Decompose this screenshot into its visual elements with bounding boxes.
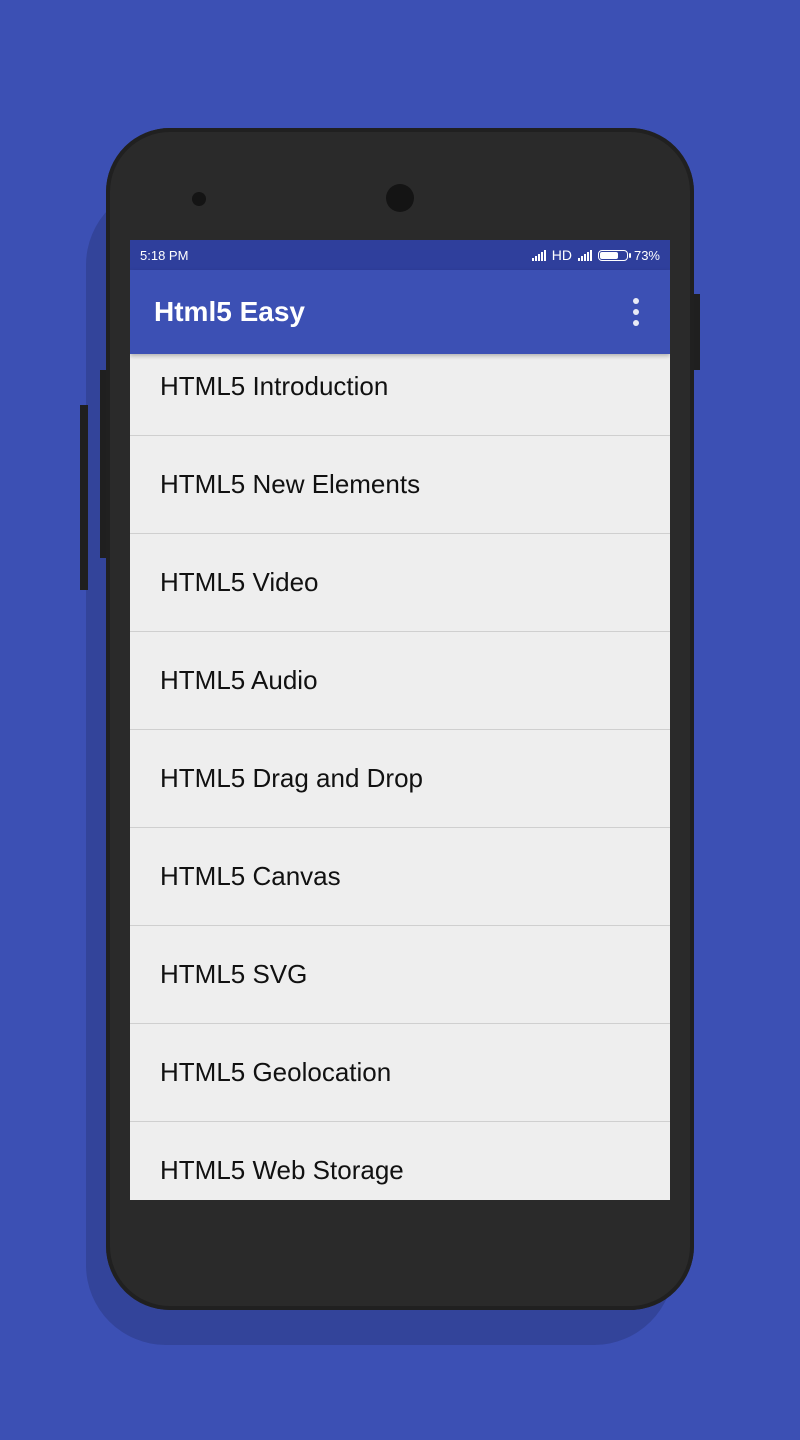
list-item-label: HTML5 Audio (160, 665, 318, 695)
app-title: Html5 Easy (154, 296, 305, 327)
list-item-label: HTML5 Video (160, 567, 319, 597)
volume-button-shadow (80, 405, 88, 590)
list-item[interactable]: HTML5 Geolocation (130, 1024, 670, 1122)
battery-fill (599, 251, 619, 259)
phone-screen: 5:18 PM HD 73% Html5 Easy HTML5 Introduc… (130, 240, 670, 1200)
list-item-label: HTML5 SVG (160, 959, 308, 989)
list-item-label: HTML5 Web Storage (160, 1155, 404, 1185)
topic-list: HTML5 Introduction HTML5 New Elements HTML… (130, 338, 670, 1200)
front-camera (386, 184, 414, 212)
network-type: HD (551, 247, 572, 263)
list-item-label: HTML5 Drag and Drop (160, 763, 423, 793)
app-bar: Html5 Easy (130, 270, 670, 354)
list-item-label: HTML5 Geolocation (160, 1057, 392, 1087)
battery-percent: 73% (633, 247, 660, 263)
front-sensor (192, 192, 206, 206)
list-item-label: HTML5 New Elements (160, 469, 421, 499)
list-item[interactable]: HTML5 Audio (130, 632, 670, 730)
signal-icon (577, 249, 592, 261)
more-vert-icon[interactable] (626, 292, 646, 332)
status-time: 5:18 PM (140, 247, 189, 263)
list-item[interactable]: HTML5 New Elements (130, 436, 670, 534)
list-item-label: HTML5 Canvas (160, 861, 341, 891)
status-icons: HD 73% (531, 247, 660, 263)
list-item[interactable]: HTML5 SVG (130, 926, 670, 1024)
list-item-label: HTML5 Introduction (160, 371, 389, 401)
battery-icon (597, 249, 631, 261)
list-item[interactable]: HTML5 Web Storage (130, 1122, 670, 1200)
list-item[interactable]: HTML5 Drag and Drop (130, 730, 670, 828)
status-bar: 5:18 PM HD 73% (130, 240, 670, 270)
signal-icon (531, 249, 546, 261)
list-item[interactable]: HTML5 Video (130, 534, 670, 632)
list-item[interactable]: HTML5 Canvas (130, 828, 670, 926)
